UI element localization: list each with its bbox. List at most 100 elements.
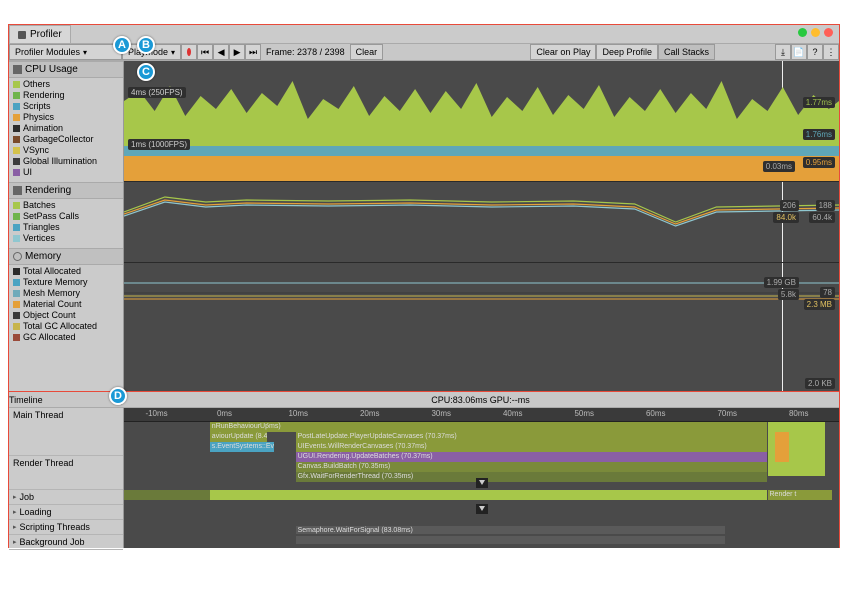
window-traffic-lights [798, 28, 833, 37]
traffic-red[interactable] [824, 28, 833, 37]
legend-swatch [13, 136, 20, 143]
bar-playerloop[interactable]: PlayerLoop (83.05ms) [210, 422, 768, 432]
legend-item[interactable]: Mesh Memory [13, 288, 119, 299]
bar-render-pre[interactable] [124, 490, 210, 500]
save-icon[interactable]: ⤓ [775, 44, 791, 60]
lane-main-thread[interactable]: Main Thread [9, 408, 123, 456]
clear-on-play-button[interactable]: Clear on Play [530, 44, 596, 60]
ruler-tick: 30ms [431, 409, 451, 418]
expand-marker-2[interactable] [476, 504, 488, 514]
bar-semaphore2[interactable] [296, 536, 725, 544]
frame-last-button[interactable]: ⏭ [245, 44, 261, 60]
legend-item[interactable]: Batches [13, 200, 119, 211]
clear-button[interactable]: Clear [350, 44, 384, 60]
legend-swatch [13, 290, 20, 297]
bar-uievents[interactable]: UIEvents.WillRenderCanvases (70.37ms) [296, 442, 768, 452]
profiler-modules-dropdown[interactable]: Profiler Modules [9, 44, 122, 60]
legend-item[interactable]: Physics [13, 112, 119, 123]
legend-label: Rendering [23, 90, 65, 101]
legend-label: Batches [23, 200, 56, 211]
lane-loading[interactable]: ▸Loading [9, 505, 123, 520]
timeline-tracks[interactable]: -10ms0ms10ms20ms30ms40ms50ms60ms70ms80ms… [124, 408, 839, 548]
legend-swatch [13, 235, 20, 242]
legend-item[interactable]: Material Count [13, 299, 119, 310]
expand-marker-1[interactable] [476, 478, 488, 488]
lane-job[interactable]: ▸Job [9, 490, 123, 505]
deep-profile-button[interactable]: Deep Profile [596, 44, 658, 60]
legend-swatch [13, 334, 20, 341]
legend-item[interactable]: Total Allocated [13, 266, 119, 277]
bar-semaphore[interactable]: Semaphore.WaitForSignal (83.08ms) [296, 526, 725, 534]
legend-item[interactable]: Animation [13, 123, 119, 134]
legend-item[interactable]: Rendering [13, 90, 119, 101]
badge-b: B [137, 36, 155, 54]
module-header-memory[interactable]: Memory [9, 248, 123, 265]
charts-area[interactable]: 4ms (250FPS) 1ms (1000FPS) 1.77ms 1.76ms… [124, 61, 839, 391]
bar-ugui[interactable]: UGUI.Rendering.UpdateBatches (70.37ms) [296, 452, 768, 462]
mem-r1: 1.99 GB [764, 277, 799, 288]
load-icon[interactable]: 📄 [791, 44, 807, 60]
lane-render-thread[interactable]: Render Thread [9, 456, 123, 490]
legend-item[interactable]: Global Illumination [13, 156, 119, 167]
rendering-chart[interactable]: 206 188 84.0k 60.4k [124, 182, 839, 262]
ruler-tick: 20ms [360, 409, 380, 418]
legend-item[interactable]: Triangles [13, 222, 119, 233]
frame-first-button[interactable]: ⏮ [197, 44, 213, 60]
legend-item[interactable]: Object Count [13, 310, 119, 321]
bar-eventsystems[interactable]: s.EventSystems::Ev [210, 442, 274, 452]
legend-item[interactable]: Texture Memory [13, 277, 119, 288]
legend-label: VSync [23, 145, 49, 156]
legend-item[interactable]: GC Allocated [13, 332, 119, 343]
legend-item[interactable]: Others [13, 79, 119, 90]
frame-next-button[interactable]: ▶ [229, 44, 245, 60]
bar-render-main[interactable] [210, 490, 768, 500]
traffic-green[interactable] [798, 28, 807, 37]
lane-scripting[interactable]: ▸Scripting Threads [9, 520, 123, 535]
legend-item[interactable]: Total GC Allocated [13, 321, 119, 332]
modules-sidebar: CPU Usage OthersRenderingScriptsPhysicsA… [9, 61, 124, 391]
bar-runbehaviour[interactable]: nRunBehaviourUpd [210, 422, 267, 432]
bar-behaviourupdate[interactable]: aviourUpdate (8.44 [210, 432, 267, 442]
legend-item[interactable]: Vertices [13, 233, 119, 244]
legend-item[interactable]: VSync [13, 145, 119, 156]
bar-postlate[interactable]: PostLateUpdate.PlayerUpdateCanvases (70.… [296, 432, 768, 442]
legend-item[interactable]: GarbageCollector [13, 134, 119, 145]
timeline-ruler: -10ms0ms10ms20ms30ms40ms50ms60ms70ms80ms [124, 408, 839, 422]
cpu-chart[interactable]: 4ms (250FPS) 1ms (1000FPS) 1.77ms 1.76ms… [124, 61, 839, 181]
cpu-chart-svg [124, 61, 839, 181]
legend-item[interactable]: UI [13, 167, 119, 178]
rend-r1: 206 [780, 200, 799, 211]
module-header-rendering[interactable]: Rendering [9, 182, 123, 199]
legend-label: Total GC Allocated [23, 321, 97, 332]
legend-swatch [13, 158, 20, 165]
timeline-lane-labels: Main Thread Render Thread ▸Job ▸Loading … [9, 408, 124, 548]
legend-swatch [13, 114, 20, 121]
record-button[interactable] [181, 44, 197, 60]
legend-swatch [13, 323, 20, 330]
memory-chart[interactable]: 1.99 GB 5.8k 78 2.3 MB 2.0 KB [124, 263, 839, 391]
tab-label: Profiler [30, 29, 62, 40]
legend-label: Material Count [23, 299, 82, 310]
timeline-view-dropdown[interactable]: Timeline [9, 395, 122, 405]
legend-item[interactable]: Scripts [13, 101, 119, 112]
lane-background[interactable]: ▸Background Job [9, 535, 123, 550]
bar-buildbatch[interactable]: Canvas.BuildBatch (70.35ms) [296, 462, 768, 472]
call-stacks-button[interactable]: Call Stacks [658, 44, 715, 60]
traffic-yellow[interactable] [811, 28, 820, 37]
profiler-tab-icon [18, 31, 26, 39]
profiler-body: CPU Usage OthersRenderingScriptsPhysicsA… [9, 61, 839, 391]
context-menu-icon[interactable]: ⋮ [823, 44, 839, 60]
tab-profiler[interactable]: Profiler [9, 25, 71, 43]
legend-label: SetPass Calls [23, 211, 79, 222]
bar-tail2[interactable] [775, 432, 789, 462]
legend-label: Physics [23, 112, 54, 123]
profiler-toolbar: Profiler Modules Playmode ⏮ ◀ ▶ ⏭ Frame:… [9, 43, 839, 61]
legend-label: Animation [23, 123, 63, 134]
legend-swatch [13, 301, 20, 308]
bar-waitrender[interactable]: Gfx.WaitForRenderThread (70.35ms) [296, 472, 768, 482]
help-icon[interactable]: ? [807, 44, 823, 60]
module-header-cpu[interactable]: CPU Usage [9, 61, 123, 78]
legend-item[interactable]: SetPass Calls [13, 211, 119, 222]
bar-render-tail[interactable]: Render t [768, 490, 832, 500]
frame-prev-button[interactable]: ◀ [213, 44, 229, 60]
